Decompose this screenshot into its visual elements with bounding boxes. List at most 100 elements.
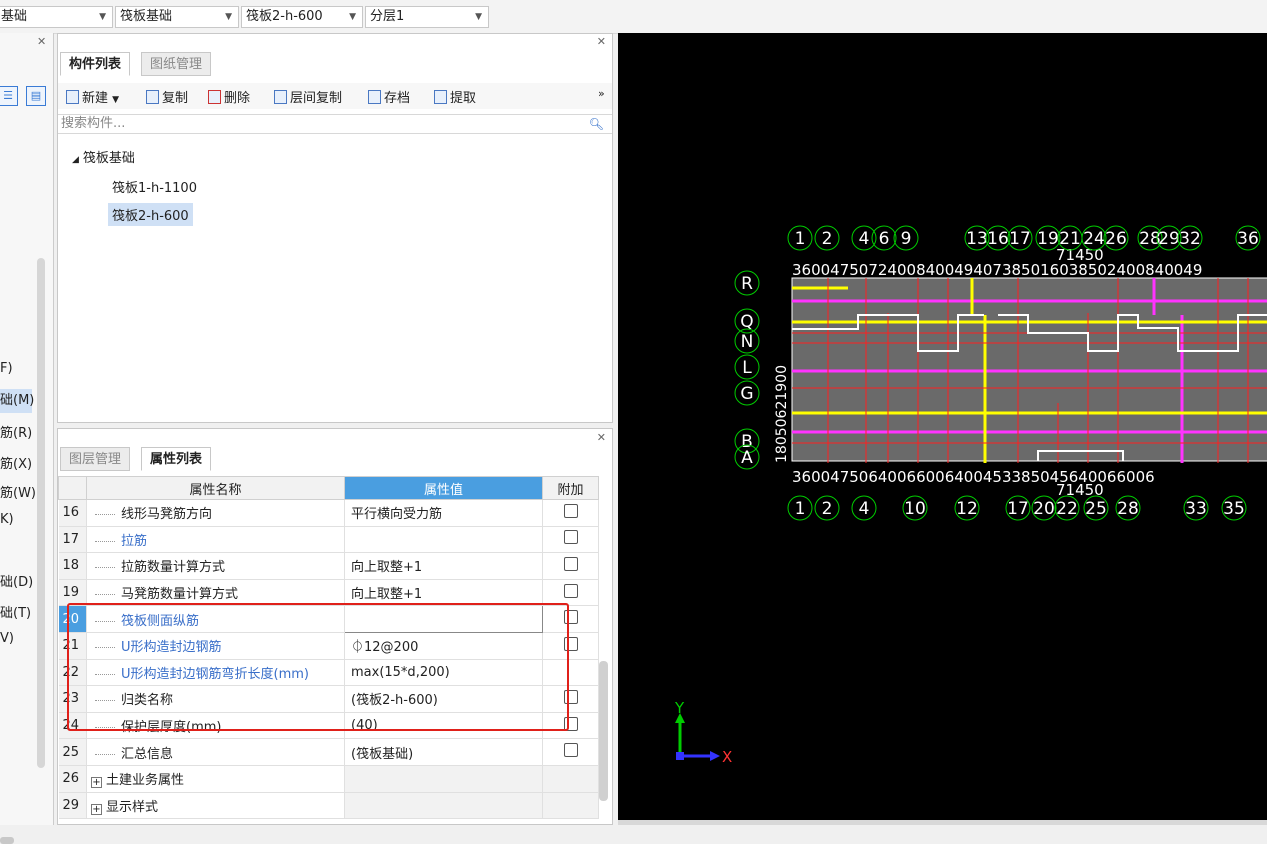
property-value[interactable] <box>344 765 543 793</box>
component-type-dropdown[interactable]: 筏板基础 ▼ <box>115 6 239 28</box>
floor-copy-button[interactable]: 层间复制 <box>274 87 342 106</box>
component-list-panel: ✕ 构件列表 图纸管理 新建 ▼ 复制 删除 层间复制 存档 提取 » 搜索构件… <box>57 33 613 423</box>
axis-label: 13 <box>966 229 988 249</box>
property-row[interactable]: 29 + 显示样式 <box>58 792 599 820</box>
chevron-down-icon: ▼ <box>225 12 232 22</box>
scrollbar[interactable] <box>37 258 45 768</box>
nav-item[interactable]: 础(T) <box>0 602 31 621</box>
search-placeholder: 搜索构件... <box>61 116 126 131</box>
nav-item[interactable]: F) <box>0 361 13 376</box>
search-input[interactable]: 搜索构件... 🔍︎ <box>58 114 612 134</box>
axis-label: 12 <box>956 499 978 519</box>
archive-button[interactable]: 存档 <box>368 87 410 106</box>
property-name: 汇总信息 <box>86 738 345 766</box>
row-number: 26 <box>58 765 87 793</box>
horizontal-scrollbar[interactable] <box>0 837 14 844</box>
nav-item-selected[interactable]: 础(M) <box>0 389 34 413</box>
header-property-value: 属性值 <box>344 476 543 500</box>
axis-label: 24 <box>1083 229 1105 249</box>
floor-copy-icon <box>274 90 287 104</box>
axis-label: A <box>741 448 753 468</box>
property-value[interactable]: 向上取整+1 <box>344 579 543 607</box>
tab-component-list[interactable]: 构件列表 <box>60 52 131 76</box>
axis-label: 17 <box>1007 499 1029 519</box>
tree-root[interactable]: ◢ 筏板基础 <box>72 147 135 166</box>
property-row[interactable]: 16 线形马凳筋方向 平行横向受力筋 <box>58 499 599 527</box>
nav-item[interactable]: 筋(R) <box>0 422 32 441</box>
checkbox[interactable] <box>563 556 578 571</box>
extract-button[interactable]: 提取 <box>434 87 476 106</box>
delete-button[interactable]: 删除 <box>208 87 250 106</box>
property-name[interactable]: + 土建业务属性 <box>86 765 345 793</box>
extra-cell <box>542 579 599 607</box>
extra-cell <box>542 792 599 820</box>
property-value[interactable]: (筏板基础) <box>344 738 543 766</box>
checkbox[interactable] <box>563 530 578 545</box>
property-value[interactable]: 平行横向受力筋 <box>344 499 543 527</box>
nav-item[interactable]: K) <box>0 512 14 527</box>
tab-property-list[interactable]: 属性列表 <box>141 447 212 471</box>
close-icon[interactable]: ✕ <box>597 431 606 444</box>
property-row[interactable]: 19 马凳筋数量计算方式 向上取整+1 <box>58 579 599 607</box>
navigation-panel: ✕ ☰ ▤ F) 础(M) 筋(R) 筋(X) 筋(W) K) 础(D) 础(T… <box>0 33 54 844</box>
property-row[interactable]: 17 拉筋 <box>58 526 599 554</box>
expand-icon[interactable]: + <box>91 777 102 789</box>
ucs-y-label: Y <box>674 699 685 717</box>
scrollbar[interactable] <box>599 661 608 801</box>
chevron-down-icon: ▼ <box>349 12 356 22</box>
property-value[interactable] <box>344 526 543 554</box>
dropdown-value: 分层1 <box>370 9 405 24</box>
expand-icon[interactable]: + <box>91 803 102 815</box>
extra-cell <box>542 765 599 793</box>
header-property-name: 属性名称 <box>86 476 345 500</box>
nav-item[interactable]: 础(D) <box>0 571 33 590</box>
row-number: 25 <box>58 738 87 766</box>
top-toolbar: 基础 ▼ 筏板基础 ▼ 筏板2-h-600 ▼ 分层1 ▼ <box>0 0 1267 34</box>
property-name: 马凳筋数量计算方式 <box>86 579 345 607</box>
layer-dropdown[interactable]: 分层1 ▼ <box>365 6 489 28</box>
property-row[interactable]: 26 + 土建业务属性 <box>58 765 599 793</box>
chevron-down-icon: ▼ <box>99 12 106 22</box>
close-icon[interactable]: ✕ <box>37 35 46 48</box>
row-number: 29 <box>58 792 87 820</box>
axis-label: 25 <box>1085 499 1107 519</box>
nav-item[interactable]: 筋(W) <box>0 482 36 501</box>
checkbox[interactable] <box>563 583 578 598</box>
checkbox[interactable] <box>563 743 578 758</box>
list-view-icon[interactable]: ☰ <box>0 86 18 106</box>
property-value[interactable] <box>344 792 543 820</box>
new-button[interactable]: 新建 ▼ <box>66 87 119 106</box>
axis-label: 16 <box>987 229 1009 249</box>
more-icon[interactable]: » <box>598 87 605 100</box>
new-file-icon <box>66 90 79 104</box>
nav-item[interactable]: 筋(X) <box>0 453 32 472</box>
tree-item-selected[interactable]: 筏板2-h-600 <box>108 203 193 226</box>
nav-item[interactable]: V) <box>0 631 14 646</box>
property-name[interactable]: + 显示样式 <box>86 792 345 820</box>
property-row[interactable]: 25 汇总信息 (筏板基础) <box>58 738 599 766</box>
property-name: 拉筋 <box>86 526 345 554</box>
tree-item[interactable]: 筏板1-h-1100 <box>112 177 197 196</box>
top-dimension-text: 3600475072400840049407385016038502400840… <box>792 261 1202 279</box>
component-dropdown[interactable]: 筏板2-h-600 ▼ <box>241 6 363 28</box>
tab-drawing-management[interactable]: 图纸管理 <box>141 52 212 76</box>
extra-cell <box>542 552 599 580</box>
copy-button[interactable]: 复制 <box>146 87 188 106</box>
property-row[interactable]: 18 拉筋数量计算方式 向上取整+1 <box>58 552 599 580</box>
close-icon[interactable]: ✕ <box>597 35 606 48</box>
bottom-axis-bubbles: 1 2 4 10 12 17 20 22 25 28 33 35 <box>787 495 1247 521</box>
property-value[interactable]: 向上取整+1 <box>344 552 543 580</box>
collapse-icon[interactable]: ◢ <box>72 155 79 165</box>
tab-layer-management[interactable]: 图层管理 <box>60 447 131 471</box>
grid-view-icon[interactable]: ▤ <box>26 86 46 106</box>
left-dimension-text: 18050621900 <box>774 365 790 463</box>
cad-canvas[interactable]: 3600475072400840049407385016038502400840… <box>618 33 1267 820</box>
floor-type-dropdown[interactable]: 基础 ▼ <box>0 6 113 28</box>
axis-label: 9 <box>901 229 912 249</box>
extra-cell <box>542 499 599 527</box>
checkbox[interactable] <box>563 503 578 518</box>
axis-label: 19 <box>1037 229 1059 249</box>
top-axis-bubbles: 1 2 4 6 9 13 16 17 19 21 24 26 2829 32 36 <box>787 225 1261 251</box>
search-icon[interactable]: 🔍︎ <box>589 115 604 133</box>
status-bar <box>618 820 1267 825</box>
